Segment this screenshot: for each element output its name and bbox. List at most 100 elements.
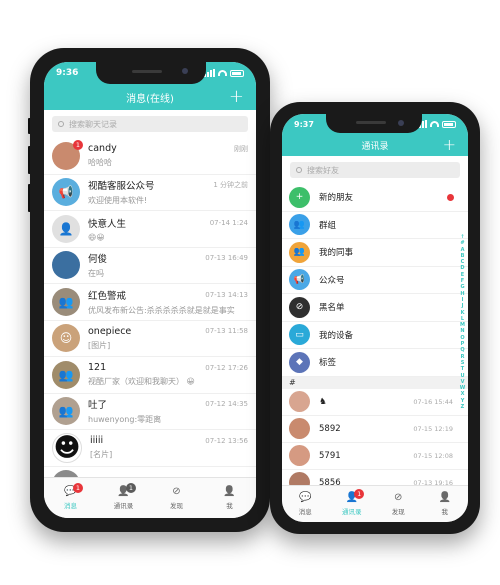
conversation-item[interactable]: 📢 视酷客服公众号 1 分钟之前 欢迎使用本软件! <box>44 175 256 211</box>
tab-badge: 1 <box>354 489 365 499</box>
page-title: 通讯录 <box>361 141 389 152</box>
contacts-menu-item[interactable]: ⊘ 黑名单 <box>282 294 468 322</box>
conversation-item[interactable]: 👥 吐了 07-12 14:35 huwenyong:零距离 <box>44 394 256 430</box>
add-button[interactable]: + <box>229 86 244 108</box>
contact-name: iiiii <box>90 435 104 447</box>
contact-name: 何俊 <box>88 254 108 266</box>
conversation-header: 吐了 07-12 14:35 <box>88 397 248 411</box>
contact-name: onepiece <box>88 325 132 337</box>
wifi-icon <box>430 121 439 127</box>
message-preview: [图片] <box>88 340 111 350</box>
conversation-header: 红色警戒 07-13 14:13 <box>88 288 248 302</box>
menu-item-label: 黑名单 <box>319 303 345 314</box>
megaphone-icon: 📢 <box>289 269 310 291</box>
conversation-item[interactable]: 👤 快意人生 07-14 1:24 😄😀 <box>44 211 256 248</box>
friend-time: 07-16 15:44 <box>413 397 453 406</box>
message-time: 07-13 16:49 <box>205 254 248 263</box>
chat-bubble-icon: 💬 <box>299 492 312 503</box>
tab-label: 消息 <box>64 502 77 510</box>
conversation-list: 1 candy 刚刚 哈哈哈 📢 视酷客服公众号 1 分钟之前 欢迎使用本软件! 👤 快意人生 07… <box>44 138 256 503</box>
friend-item[interactable]: 5892 07-15 12:19 <box>282 416 468 443</box>
contacts-menu-item[interactable]: 👥 我的同事 <box>282 239 468 267</box>
page-title: 消息(在线) <box>126 93 174 105</box>
default-user-avatar: 👤 <box>52 214 80 243</box>
message-time: 07-13 14:13 <box>205 290 248 299</box>
search-input[interactable]: 搜索聊天记录 <box>52 116 248 132</box>
add-friend-icon: + <box>289 186 310 208</box>
tab-contacts[interactable]: 👤 1 通讯录 <box>329 486 376 522</box>
contacts-icon: 👤 1 <box>345 489 365 503</box>
new-indicator-dot <box>447 194 454 201</box>
contacts-menu-item[interactable]: ◆ 标签 <box>282 349 468 377</box>
alphabet-index[interactable]: ↑ # A B C D E F G H I J K L M N O P Q R S T U V W X Y Z <box>459 234 466 410</box>
conversation-body: 快意人生 07-14 1:24 😄😀 <box>88 216 248 242</box>
friend-item[interactable]: 5791 07-15 12:08 <box>282 443 468 470</box>
person-icon: 👤 <box>438 492 451 503</box>
conversation-item[interactable]: 1 candy 刚刚 哈哈哈 <box>44 138 256 175</box>
conversation-item[interactable]: ☺ onepiece 07-13 11:58 [图片] <box>44 321 256 357</box>
conversation-header: iiiii 07-12 13:56 <box>90 435 248 446</box>
contacts-menu-item[interactable]: ▭ 我的设备 <box>282 322 468 349</box>
contacts-menu-item[interactable]: 📢 公众号 <box>282 267 468 294</box>
friend-list: ♞ 07-16 15:44 5892 07-15 12:19 5791 07-15 12:… <box>282 389 468 497</box>
message-time: 07-12 17:26 <box>205 363 248 372</box>
contacts-menu: + 新的朋友 👥 群组 👥 我的同事 📢 公众号 ⊘ 黑名单 ▭ 我的设备 ◆ 标签 <box>282 184 468 377</box>
contact-name: 吐了 <box>88 400 108 412</box>
tab-bar: 💬 消息 👤 1 通讯录 ⊘ 发现 👤 我 <box>282 485 468 522</box>
status-time: 9:37 <box>294 119 314 129</box>
tab-label: 我 <box>441 508 449 516</box>
conversation-body: 121 07-12 17:26 视酷厂家（欢迎和我聊天） 😀 <box>88 362 248 387</box>
photo-girl-avatar: 1 <box>52 139 83 170</box>
menu-item-label: 新的朋友 <box>319 193 354 204</box>
tab-bar: 💬 1 消息 👤 1 通讯录 ⊘ 发现 👤 我 <box>44 477 256 518</box>
contacts-menu-item[interactable]: + 新的朋友 <box>282 184 468 212</box>
tab-compass[interactable]: ⊘ 发现 <box>150 478 203 518</box>
tab-badge: 1 <box>126 483 136 493</box>
conversation-body: 视酷客服公众号 1 分钟之前 欢迎使用本软件! <box>88 178 248 206</box>
nav-bar: 通讯录 + <box>282 134 468 156</box>
photo-sky-avatar <box>52 251 80 280</box>
group-avatar: 👥 <box>52 360 80 389</box>
contacts-menu-item[interactable]: 👥 群组 <box>282 212 468 239</box>
add-button[interactable]: + <box>443 134 456 156</box>
message-time: 1 分钟之前 <box>213 181 248 190</box>
menu-item-label: 标签 <box>319 358 337 369</box>
tab-label: 发现 <box>391 508 405 516</box>
conversation-item[interactable]: 何俊 07-13 16:49 在吗 <box>44 248 256 284</box>
tab-chat-bubble[interactable]: 💬 1 消息 <box>44 478 97 518</box>
message-preview: 在吗 <box>88 269 104 279</box>
right-screen: 9:37 通讯录 + 搜索好友 + 新的朋友 👥 群组 👥 我的同事 📢 公众号 ⊘ 黑名单 ▭ 我的… <box>282 114 468 522</box>
tab-contacts[interactable]: 👤 1 通讯录 <box>97 478 150 518</box>
conversation-header: 何俊 07-13 16:49 <box>88 251 248 265</box>
message-time: 07-12 14:35 <box>205 400 248 409</box>
contact-name: 视酷客服公众号 <box>88 181 155 193</box>
contact-name: 快意人生 <box>88 218 127 230</box>
conversation-item[interactable]: ☻ iiiii 07-12 13:56 [名片] <box>44 430 256 467</box>
friend-name: 5791 <box>319 450 341 461</box>
nav-bar: 消息(在线) + <box>44 84 256 110</box>
tab-person[interactable]: 👤 我 <box>203 478 256 518</box>
conversation-item[interactable]: 👥 红色警戒 07-13 14:13 优风发布新公告:杀杀杀杀杀就是就是事实 <box>44 284 256 321</box>
tag-icon: ◆ <box>289 351 310 373</box>
search-input[interactable]: 搜索好友 <box>290 162 460 178</box>
conversation-header: 121 07-12 17:26 <box>88 362 248 373</box>
tab-label: 通讯录 <box>113 502 134 510</box>
conversation-body: iiiii 07-12 13:56 [名片] <box>90 435 248 460</box>
tab-badge: 1 <box>73 483 83 493</box>
friend-item[interactable]: ♞ 07-16 15:44 <box>282 389 468 416</box>
left-phone: 9:36 消息(在线) + 搜索聊天记录 1 candy 刚刚 哈哈哈 📢 视酷客服公众号… <box>30 48 270 532</box>
right-phone: 9:37 通讯录 + 搜索好友 + 新的朋友 👥 群组 👥 我的同事 📢 公众号 ⊘ 黑名单 ▭ 我的… <box>270 102 480 534</box>
tab-chat-bubble[interactable]: 💬 消息 <box>282 486 329 522</box>
tab-label: 发现 <box>170 502 183 510</box>
contact-name: candy <box>88 143 117 155</box>
message-preview: huwenyong:零距离 <box>88 415 162 425</box>
section-header: # <box>282 376 468 389</box>
alphabet-letter[interactable]: Z <box>461 404 465 410</box>
message-preview: 优风发布新公告:杀杀杀杀杀就是就是事实 <box>88 305 235 315</box>
conversation-item[interactable]: 👥 121 07-12 17:26 视酷厂家（欢迎和我聊天） 😀 <box>44 357 256 394</box>
battery-icon <box>442 120 456 128</box>
friend-name: 5892 <box>319 423 341 434</box>
tab-compass[interactable]: ⊘ 发现 <box>375 486 422 522</box>
conversation-body: candy 刚刚 哈哈哈 <box>88 143 248 168</box>
tab-person[interactable]: 👤 我 <box>422 486 469 522</box>
